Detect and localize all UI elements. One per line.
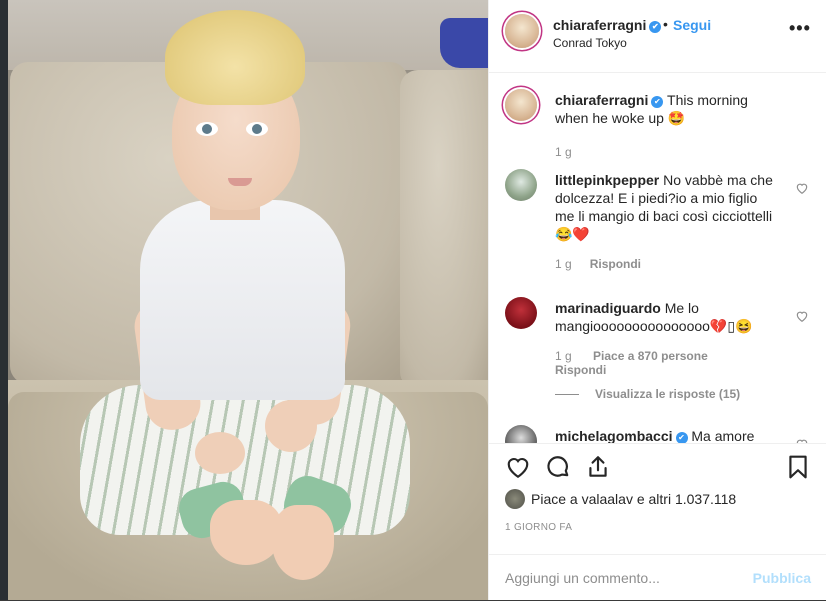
comment-input[interactable]: Aggiungi un commento...	[505, 570, 660, 586]
comment-icon[interactable]	[545, 454, 571, 480]
photo-child-foot-right	[272, 505, 334, 580]
post-side-panel: chiaraferragni ✔ • Segui Conrad Tokyo •••…	[488, 0, 826, 600]
publish-button[interactable]: Pubblica	[753, 570, 811, 586]
background-edge	[0, 0, 8, 600]
more-icon[interactable]: •••	[789, 18, 811, 39]
comment-avatar[interactable]	[505, 425, 537, 443]
reply-button[interactable]: Rispondi	[555, 363, 606, 377]
share-icon[interactable]	[585, 454, 611, 480]
comment-username[interactable]: marinadiguardo	[555, 300, 661, 316]
photo-child-shirt	[140, 200, 345, 400]
comment-text: littlepinkpepper No vabbè ma che dolcezz…	[555, 171, 775, 243]
post-timestamp[interactable]: 1 GIORNO FA	[505, 522, 572, 533]
verified-icon: ✔	[651, 96, 664, 108]
bookmark-icon[interactable]	[785, 454, 811, 480]
comment-text: marinadiguardo Me lo mangioooooooooooooo…	[555, 299, 775, 335]
comment-item: michelagombacci ✔ Ma amore	[505, 425, 808, 443]
comment-body: Ma amore	[691, 428, 755, 443]
photo-child-hair	[165, 10, 305, 105]
photo-child-eye-right	[246, 122, 268, 136]
comment-meta: 1 g Rispondi	[555, 257, 641, 271]
caption-text: chiaraferragni ✔ This morning when he wok…	[555, 91, 775, 127]
verified-icon: ✔	[675, 432, 688, 443]
comment-like-heart-icon[interactable]	[795, 181, 809, 195]
author-avatar[interactable]	[505, 14, 539, 48]
comment-meta: 1 g Piace a 870 persone Rispondi	[555, 349, 735, 377]
author-username[interactable]: chiaraferragni ✔	[553, 17, 662, 33]
comment-avatar[interactable]	[505, 297, 537, 329]
caption-username[interactable]: chiaraferragni	[555, 92, 648, 108]
photo-child-hand-right	[265, 400, 317, 452]
photo-child-eye-left	[196, 122, 218, 136]
post-location[interactable]: Conrad Tokyo	[553, 36, 627, 50]
comment-item: marinadiguardo Me lo mangioooooooooooooo…	[505, 297, 808, 417]
photo-blue-cloth	[440, 18, 488, 68]
photo-cushion-right	[400, 70, 488, 390]
post-header: chiaraferragni ✔ • Segui Conrad Tokyo •••	[489, 0, 826, 73]
reply-button[interactable]: Rispondi	[590, 257, 641, 271]
photo-child-hand-left	[195, 432, 245, 474]
add-comment-bar: Aggiungi un commento... Pubblica	[489, 554, 826, 601]
header-separator: •	[663, 16, 668, 32]
comment-username[interactable]: michelagombacci	[555, 428, 673, 443]
verified-icon: ✔	[649, 21, 662, 33]
comment-like-heart-icon[interactable]	[795, 309, 809, 323]
post-actions: Piace a valaalav e altri 1.037.118 1 GIO…	[489, 443, 826, 599]
comment-time[interactable]: 1 g	[555, 257, 572, 271]
comment-username[interactable]: littlepinkpepper	[555, 172, 659, 188]
view-replies-link[interactable]: Visualizza le risposte (15)	[555, 387, 740, 401]
post-photo[interactable]	[0, 0, 488, 600]
comment-avatar[interactable]	[505, 169, 537, 201]
comment-item: littlepinkpepper No vabbè ma che dolcezz…	[505, 169, 808, 279]
heart-icon[interactable]	[505, 454, 531, 480]
comment-time[interactable]: 1 g	[555, 349, 572, 363]
comments-list[interactable]: chiaraferragni ✔ This morning when he wok…	[489, 73, 826, 443]
follow-button[interactable]: Segui	[673, 17, 711, 33]
likes-text[interactable]: Piace a valaalav e altri 1.037.118	[531, 491, 736, 507]
caption-meta: 1 g	[555, 145, 572, 159]
caption-avatar[interactable]	[505, 89, 537, 121]
caption: chiaraferragni ✔ This morning when he wok…	[505, 89, 805, 179]
liker-avatar	[505, 489, 525, 509]
comment-text: michelagombacci ✔ Ma amore	[555, 427, 775, 443]
comment-likes[interactable]: Piace a 870 persone	[593, 349, 708, 363]
caption-time[interactable]: 1 g	[555, 145, 572, 159]
likes-summary[interactable]: Piace a valaalav e altri 1.037.118	[505, 489, 736, 509]
